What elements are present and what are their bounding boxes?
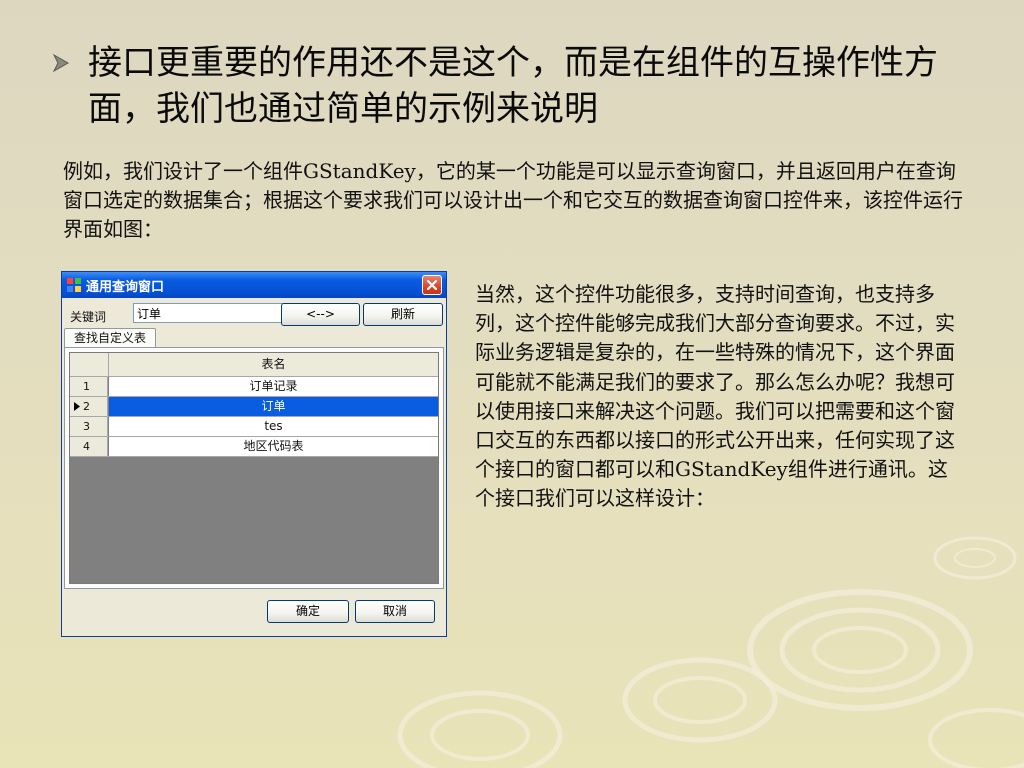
table-cell[interactable]: tes bbox=[109, 417, 438, 436]
side-paragraph: 当然，这个控件功能很多，支持时间查询，也支持多列，这个控件能够完成我们大部分查询… bbox=[475, 282, 955, 511]
ok-button[interactable]: 确定 bbox=[267, 600, 349, 623]
app-window-icon bbox=[67, 278, 81, 292]
tab-panel: 表名 1 订单记录 2 订单 3 tes 4 地区代码表 bbox=[64, 347, 444, 589]
table-row[interactable]: 3 tes bbox=[70, 417, 438, 437]
row-pointer-icon bbox=[74, 402, 80, 411]
slide-title: 接口更重要的作用还不是这个，而是在组件的互操作性方面，我们也通过简单的示例来说明 bbox=[50, 40, 950, 132]
dialog-titlebar[interactable]: 通用查询窗口 bbox=[62, 272, 446, 298]
refresh-button[interactable]: 刷新 bbox=[363, 303, 443, 326]
table-cell[interactable]: 订单 bbox=[109, 397, 438, 416]
table-cell[interactable]: 地区代码表 bbox=[109, 437, 438, 456]
table-row[interactable]: 4 地区代码表 bbox=[70, 437, 438, 457]
data-grid[interactable]: 表名 1 订单记录 2 订单 3 tes 4 地区代码表 bbox=[69, 352, 439, 584]
cancel-button[interactable]: 取消 bbox=[355, 600, 435, 623]
dialog-title: 通用查询窗口 bbox=[86, 280, 165, 295]
intro-paragraph: 例如，我们设计了一个组件GStandKey，它的某一个功能是可以显示查询窗口，并… bbox=[63, 159, 963, 241]
close-button[interactable] bbox=[422, 275, 442, 295]
keyword-label: 关键词 bbox=[70, 310, 107, 324]
table-row-selected[interactable]: 2 订单 bbox=[70, 397, 438, 417]
close-icon bbox=[426, 279, 438, 291]
grid-header: 表名 bbox=[70, 353, 438, 377]
slide-title-text: 接口更重要的作用还不是这个，而是在组件的互操作性方面，我们也通过简单的示例来说明 bbox=[88, 43, 938, 129]
bullet-arrow-icon bbox=[52, 53, 70, 73]
navigate-button[interactable]: <--> bbox=[281, 303, 360, 326]
row-number[interactable]: 4 bbox=[70, 437, 108, 456]
grid-corner[interactable] bbox=[70, 353, 109, 376]
query-dialog: 通用查询窗口 关键词 <--> 刷新 查找自定义表 表名 1 订单记录 2 bbox=[61, 271, 447, 637]
row-number[interactable]: 1 bbox=[70, 377, 108, 396]
row-number[interactable]: 3 bbox=[70, 417, 108, 436]
column-header-table-name[interactable]: 表名 bbox=[109, 353, 438, 376]
table-cell[interactable]: 订单记录 bbox=[109, 377, 438, 396]
table-row[interactable]: 1 订单记录 bbox=[70, 377, 438, 397]
tab-custom-tables[interactable]: 查找自定义表 bbox=[64, 328, 156, 348]
row-number[interactable]: 2 bbox=[70, 397, 108, 416]
